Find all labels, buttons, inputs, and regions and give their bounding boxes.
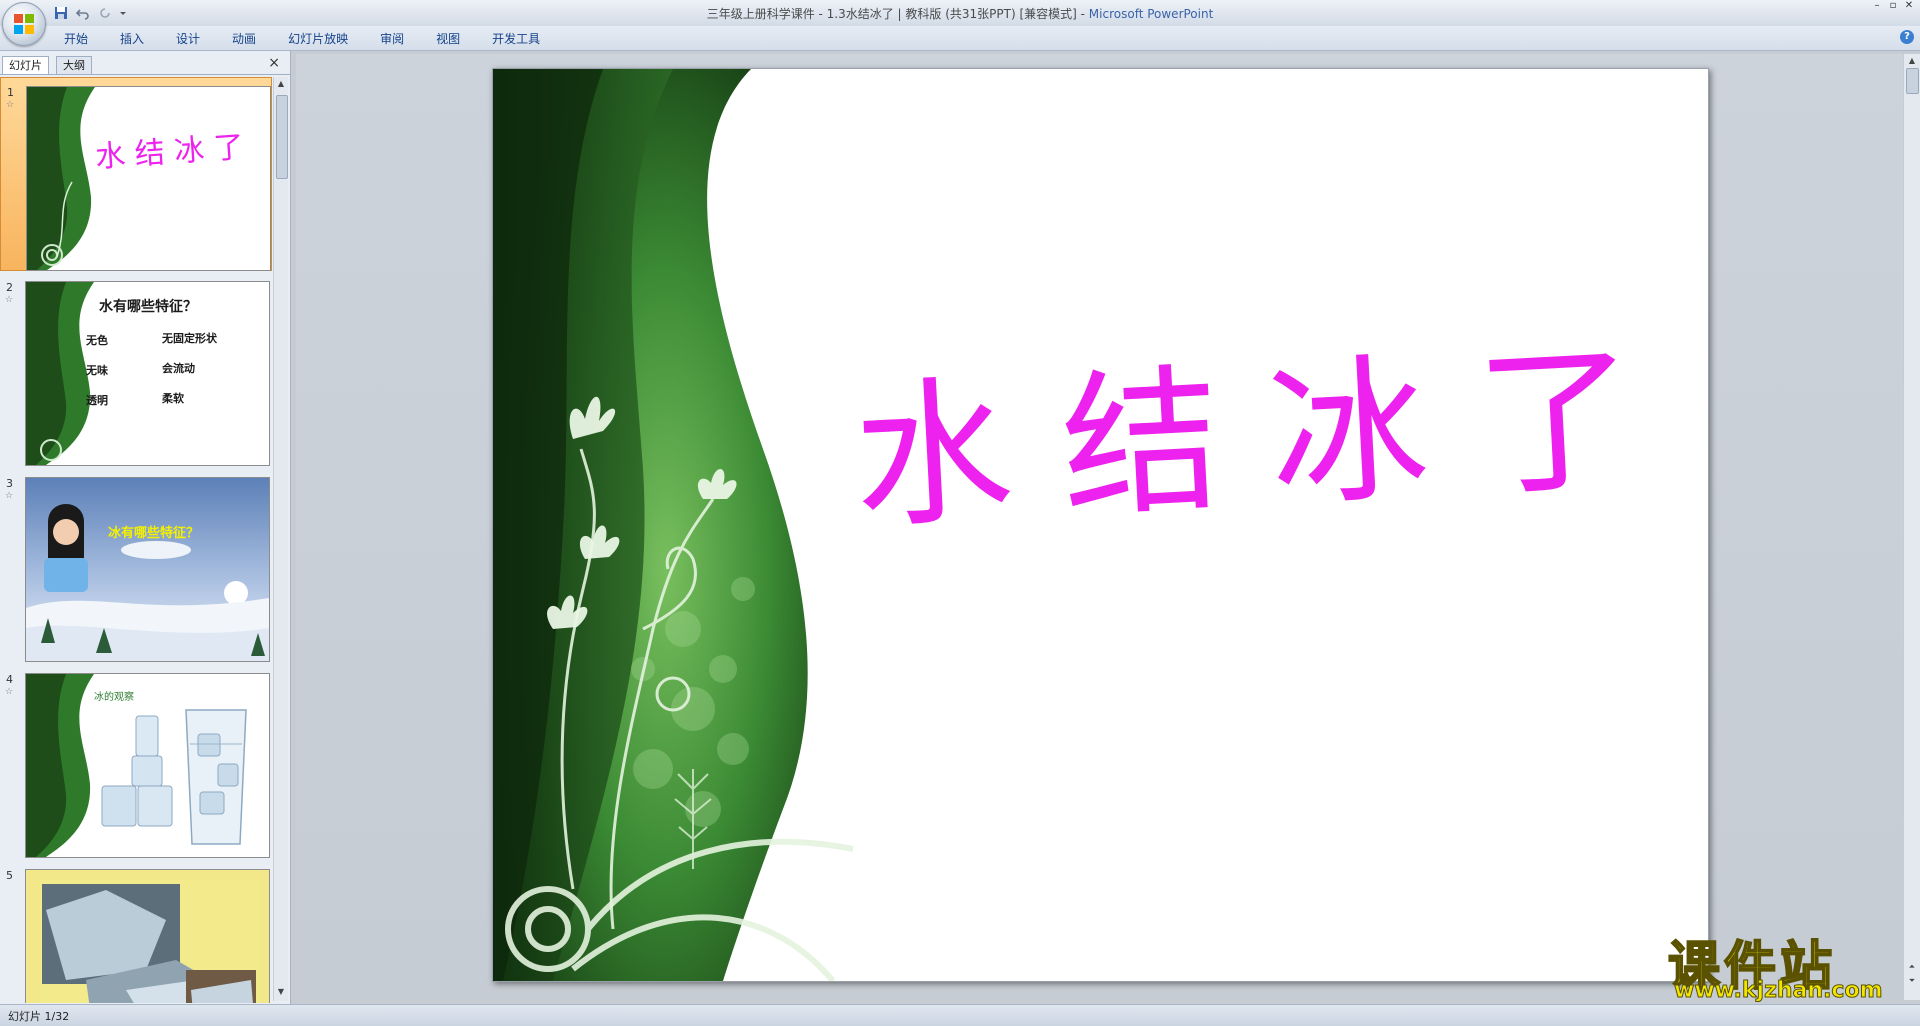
scroll-up-icon[interactable]: ▲: [276, 79, 286, 91]
slide-thumbnail-3[interactable]: 3 ☆ 冰有哪些特征？: [0, 469, 272, 663]
tab-insert[interactable]: 插入: [104, 29, 160, 49]
help-icon[interactable]: ?: [1900, 30, 1914, 44]
scroll-down-icon[interactable]: ▼: [276, 987, 286, 999]
thumbnail-canvas: 冰有哪些特征？: [25, 477, 270, 662]
green-swirl-background: [27, 87, 95, 270]
animation-star-icon: ☆: [5, 687, 14, 697]
tab-view[interactable]: 视图: [420, 29, 476, 49]
scroll-thumb[interactable]: [1906, 68, 1919, 94]
feature-item: 无味: [86, 364, 108, 377]
slide-number: 1: [7, 86, 14, 99]
close-icon[interactable]: ✕: [1902, 0, 1916, 12]
slide-counter: 幻灯片 1/32: [8, 1010, 70, 1023]
slide-thumbnail-2[interactable]: 2 ☆ 水有哪些特征？ 无色 无固定形状 无味 会流动 透明 柔软: [0, 273, 272, 467]
animation-star-icon: ☆: [5, 491, 14, 501]
watermark: 课件站 www.kjzhan.com: [1667, 924, 1908, 1004]
close-panel-icon[interactable]: ×: [268, 55, 280, 71]
thumbnail-scrollbar[interactable]: ▲ ▼: [273, 77, 288, 1001]
tab-home[interactable]: 开始: [48, 29, 104, 49]
tab-developer[interactable]: 开发工具: [476, 29, 556, 49]
document-title: 三年级上册科学课件 - 1.3水结冰了 | 教科版 (共31张PPT) [兼容模…: [706, 7, 1089, 21]
scroll-up-icon[interactable]: ▲: [1907, 56, 1917, 68]
minimize-icon[interactable]: –: [1870, 0, 1884, 12]
animation-star-icon: ☆: [6, 100, 15, 110]
scroll-thumb[interactable]: [276, 95, 288, 179]
slide-title[interactable]: 水结冰了: [848, 287, 1691, 559]
tab-outline[interactable]: 大纲: [56, 56, 92, 74]
slide-scrollbar[interactable]: ▲ ⏶ ⏷: [1903, 54, 1920, 1000]
office-logo-icon: [14, 14, 34, 34]
window-title: 三年级上册科学课件 - 1.3水结冰了 | 教科版 (共31张PPT) [兼容模…: [0, 5, 1920, 22]
watermark-url: www.kjzhan.com: [1674, 978, 1884, 1004]
slide-number: 4: [6, 673, 13, 686]
slide-thumbnail-5[interactable]: 5: [0, 861, 272, 1003]
thumbnail-canvas: [25, 869, 270, 1003]
app-name: Microsoft PowerPoint: [1088, 7, 1214, 21]
ice-cubes-illustration: [26, 674, 247, 857]
feature-item: 无固定形状: [162, 332, 217, 345]
slide-thumbnail-1[interactable]: 1 ☆ 水 结 冰 了: [0, 77, 272, 271]
slide-thumbnail-4[interactable]: 4 ☆ 冰的观察: [0, 665, 272, 859]
panel-tabs: 幻灯片 大纲 ×: [0, 54, 290, 75]
ice-photo: [40, 880, 260, 1003]
thumbnail-canvas: 水有哪些特征？ 无色 无固定形状 无味 会流动 透明 柔软: [25, 281, 270, 466]
slide-number: 2: [6, 281, 13, 294]
next-slide-icon[interactable]: ⏷: [1907, 976, 1917, 988]
thumbnail-canvas: 冰的观察: [25, 673, 270, 858]
tab-slides[interactable]: 幻灯片: [2, 56, 49, 74]
ribbon-tab-bar: 开始 插入 设计 动画 幻灯片放映 审阅 视图 开发工具: [0, 26, 1920, 51]
restore-icon[interactable]: ▫: [1886, 0, 1900, 12]
animation-star-icon: ☆: [5, 295, 14, 305]
slide-editing-area: 水结冰了: [296, 54, 1908, 1000]
slide-number: 3: [6, 477, 13, 490]
window-controls: – ▫ ✕: [1870, 0, 1916, 12]
thumbnail-canvas: 水 结 冰 了: [26, 86, 271, 271]
current-slide[interactable]: 水结冰了: [492, 68, 1709, 982]
feature-item: 无色: [86, 334, 108, 347]
thumbnail-title: 冰有哪些特征？: [108, 526, 200, 541]
tab-design[interactable]: 设计: [160, 29, 216, 49]
thumbnail-title: 冰的观察: [94, 692, 134, 703]
winter-scene-illustration: [26, 504, 269, 661]
previous-slide-icon[interactable]: ⏶: [1907, 962, 1917, 974]
status-bar: 幻灯片 1/32: [0, 1004, 1920, 1026]
feature-item: 柔软: [162, 392, 184, 405]
slides-panel: 幻灯片 大纲 × 1 ☆ 水 结 冰 了 2 ☆ 水有哪些特征？ 无色 无固定形…: [0, 51, 291, 1004]
thumbnail-list: 1 ☆ 水 结 冰 了 2 ☆ 水有哪些特征？ 无色 无固定形状 无味 会流动 …: [0, 77, 272, 1003]
office-button[interactable]: [2, 2, 46, 46]
tab-review[interactable]: 审阅: [364, 29, 420, 49]
feature-item: 会流动: [162, 362, 195, 375]
title-bar: 三年级上册科学课件 - 1.3水结冰了 | 教科版 (共31张PPT) [兼容模…: [0, 0, 1920, 26]
slide-number: 5: [6, 869, 13, 882]
tab-animations[interactable]: 动画: [216, 29, 272, 49]
tab-slide-show[interactable]: 幻灯片放映: [272, 29, 364, 49]
thumbnail-title: 水有哪些特征？: [99, 299, 197, 315]
feature-item: 透明: [86, 394, 108, 407]
